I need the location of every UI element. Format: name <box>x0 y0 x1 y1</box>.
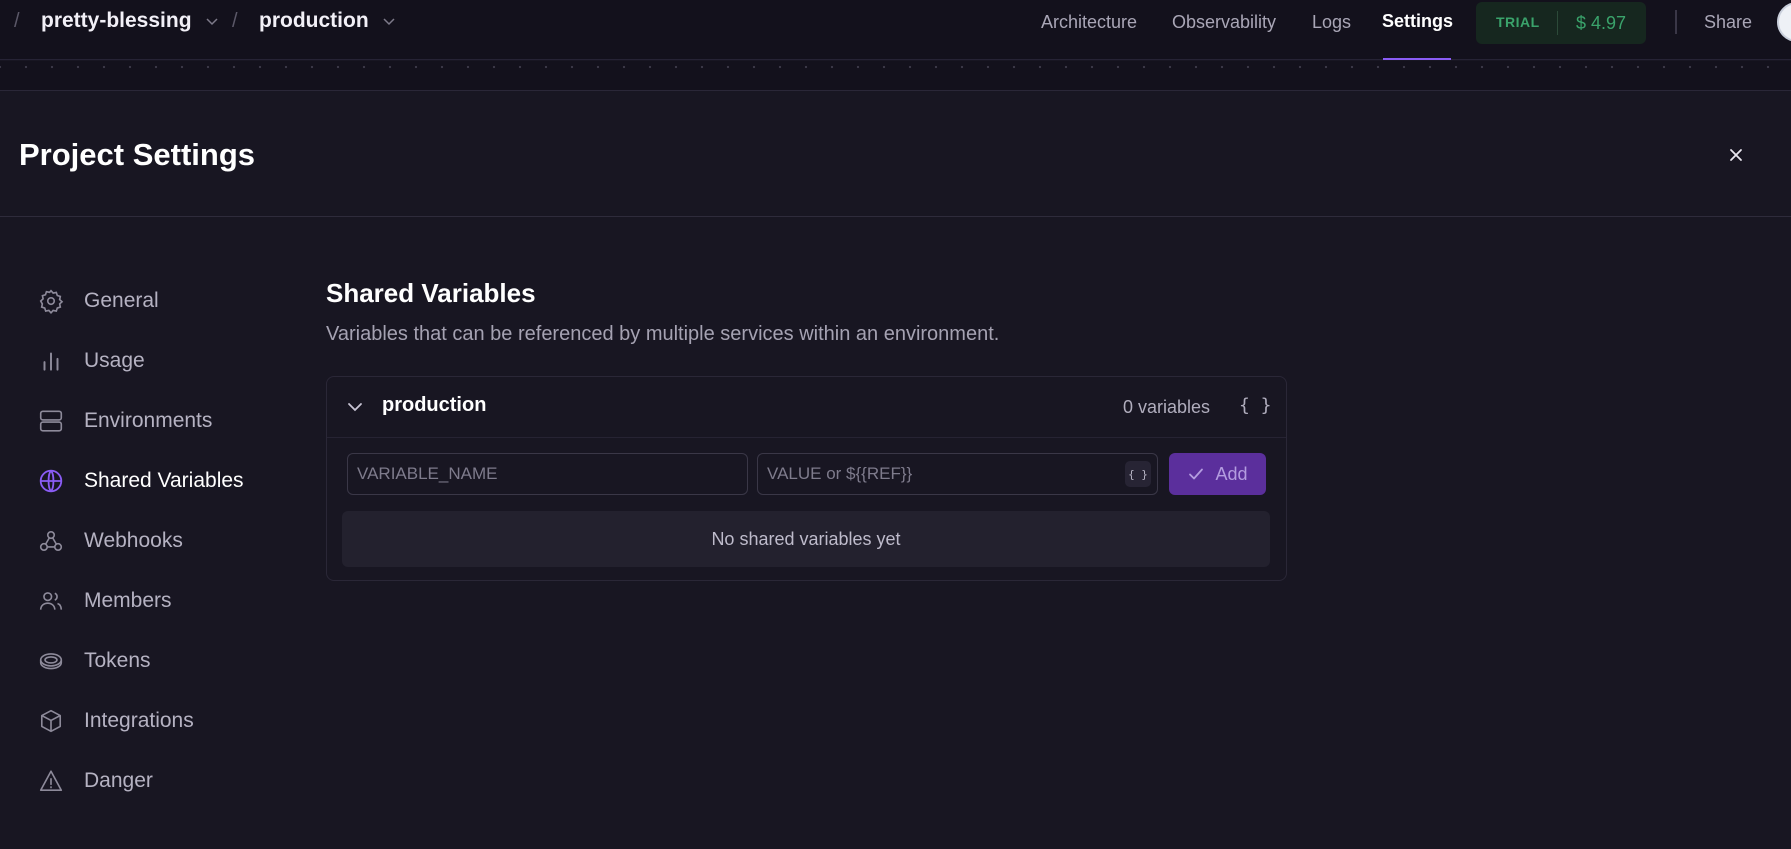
sidebar-item-members[interactable]: Members <box>38 583 172 619</box>
active-tab-indicator <box>1383 58 1451 60</box>
environment-switcher[interactable]: production <box>259 9 397 33</box>
breadcrumb-separator: / <box>14 10 20 32</box>
card-environment-name[interactable]: production <box>382 394 486 417</box>
avatar[interactable] <box>1777 2 1791 42</box>
nav-logs[interactable]: Logs <box>1312 12 1351 33</box>
warning-icon <box>39 770 63 792</box>
nav-settings[interactable]: Settings <box>1382 11 1453 32</box>
header-divider <box>0 216 1791 217</box>
box-icon <box>40 709 62 733</box>
trial-credit: $ 4.97 <box>1576 13 1627 33</box>
token-icon <box>39 653 63 670</box>
variable-count: 0 variables <box>1123 397 1211 417</box>
close-icon <box>1730 149 1742 161</box>
variable-value-input[interactable] <box>757 453 1158 495</box>
sidebar-item-label: Webhooks <box>84 529 183 552</box>
trial-badge[interactable]: TRIAL $ 4.97 <box>1476 2 1646 44</box>
server-icon <box>39 410 63 432</box>
add-variable-button[interactable]: Add <box>1169 453 1266 495</box>
sidebar-item-usage[interactable]: Usage <box>38 343 145 379</box>
page-title: Project Settings <box>19 137 255 172</box>
sidebar-item-webhooks[interactable]: Webhooks <box>38 523 183 559</box>
environment-name: production <box>259 9 369 32</box>
section-title: Shared Variables <box>326 278 536 308</box>
chevron-down-icon <box>383 18 395 26</box>
sidebar-item-label: General <box>84 289 159 312</box>
raw-editor-button[interactable]: { } <box>1239 395 1272 416</box>
sidebar-item-label: Danger <box>84 769 153 792</box>
reference-picker-button[interactable]: { } <box>1125 461 1151 487</box>
sidebar-item-label: Tokens <box>84 649 151 672</box>
sidebar-item-environments[interactable]: Environments <box>38 403 212 439</box>
bar-chart-icon <box>43 352 59 371</box>
check-icon <box>1189 468 1204 480</box>
sidebar-item-label: Usage <box>84 349 145 372</box>
sidebar-item-label: Members <box>84 589 172 612</box>
chevron-down-icon[interactable] <box>345 397 365 417</box>
breadcrumb-separator: / <box>232 10 238 32</box>
sidebar-item-label: Integrations <box>84 709 194 732</box>
webhook-icon <box>39 530 63 552</box>
share-button[interactable]: Share <box>1704 12 1752 33</box>
top-bar: / pretty-blessing / production Architect… <box>0 0 1791 60</box>
divider <box>1557 11 1558 35</box>
sidebar-item-danger[interactable]: Danger <box>38 763 153 799</box>
nav-observability[interactable]: Observability <box>1172 12 1276 33</box>
section-description: Variables that can be referenced by mult… <box>326 323 1000 345</box>
sidebar-item-label: Shared Variables <box>84 469 244 492</box>
sidebar-item-general[interactable]: General <box>38 283 159 319</box>
project-switcher[interactable]: pretty-blessing <box>41 9 220 33</box>
gear-icon <box>39 289 64 314</box>
sidebar-item-tokens[interactable]: Tokens <box>38 643 151 679</box>
sidebar-item-shared-variables[interactable]: Shared Variables <box>38 463 244 499</box>
globe-icon <box>39 469 63 493</box>
sidebar-item-integrations[interactable]: Integrations <box>38 703 194 739</box>
project-name: pretty-blessing <box>41 9 192 32</box>
add-label: Add <box>1215 463 1248 484</box>
chevron-down-icon <box>206 18 218 26</box>
variable-name-input[interactable] <box>347 453 748 495</box>
close-button[interactable] <box>1724 143 1748 167</box>
sidebar-item-label: Environments <box>84 409 213 432</box>
nav-architecture[interactable]: Architecture <box>1041 12 1137 33</box>
environment-variables-card: production 0 variables { } { } Add No sh… <box>326 376 1287 581</box>
divider <box>327 437 1286 438</box>
trial-label: TRIAL <box>1496 14 1540 30</box>
divider <box>1675 10 1677 34</box>
users-icon <box>39 592 63 610</box>
canvas-dot-grid <box>0 61 1791 91</box>
empty-state: No shared variables yet <box>342 511 1270 567</box>
